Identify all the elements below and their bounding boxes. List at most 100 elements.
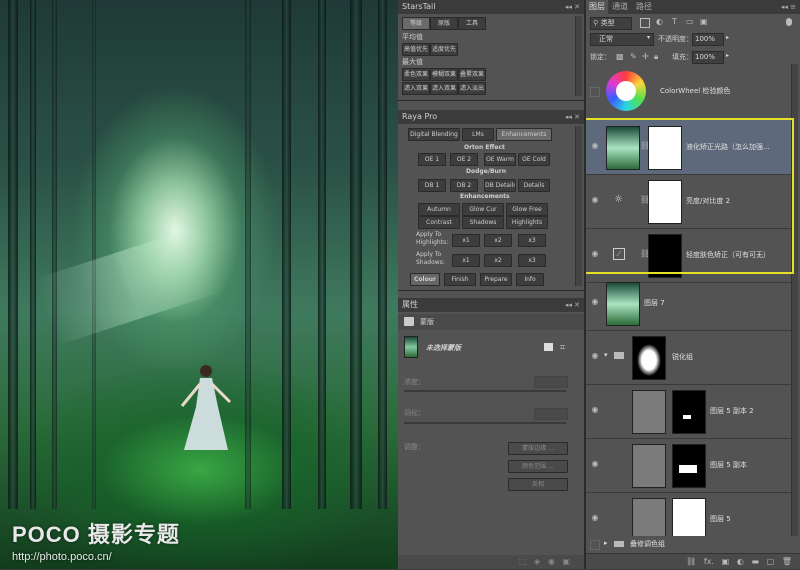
eye-icon[interactable]: ◉ [590,141,600,151]
filter-kind-select[interactable]: ⚲ 类型 [590,17,632,30]
tab-digital-blending[interactable]: Digital Blending [408,128,460,141]
enhancement-button[interactable]: Glow Cur [462,203,504,216]
collapse-icon[interactable]: ◂◂ ✕ [565,110,580,124]
enhancement-button[interactable]: Autumn [418,203,460,216]
lock-all-icon[interactable]: 🔒︎ [654,52,658,62]
enhancement-button[interactable]: Contrast [418,216,460,229]
shadows-mult-button[interactable]: x2 [484,254,512,267]
layer-row-selected[interactable]: ◉ ⛓ 液化矫正光路（怎么加强... [586,120,792,175]
starstail-button[interactable]: 滤入淡出 [458,82,486,95]
layer-group-row[interactable]: ▸ 叠修调色组 [586,538,792,550]
feather-slider[interactable] [404,422,566,424]
collapse-icon[interactable]: ◂◂ ✕ [565,298,580,312]
footer-info[interactable]: Info [516,273,544,286]
mask-thumbnail[interactable] [672,498,706,536]
scrollbar[interactable] [575,16,582,96]
dodge-button[interactable]: DB 2 [450,179,478,192]
orton-button[interactable]: OE 2 [450,153,478,166]
starstail-button[interactable]: 叠累双果 [458,68,486,81]
tab-original[interactable]: 原版 [430,17,458,30]
footer-colour[interactable]: Colour [410,273,440,286]
collapse-icon[interactable]: ◂◂ ✕ [565,0,580,14]
eye-icon[interactable]: ◉ [590,297,600,307]
footer-finish[interactable]: Finish [444,273,476,286]
pixel-mask-icon[interactable] [544,343,553,351]
folder-icon[interactable]: ▬ [751,557,759,566]
layer-row[interactable]: ColorWheel 检验颜色 [586,64,792,119]
chevron-right-icon[interactable]: ▸ [604,539,608,547]
starstail-button[interactable]: 柔色双果 [402,68,430,81]
panel-menu-icon[interactable]: ◂◂ ≡ [781,0,796,14]
mask-thumbnail[interactable] [648,126,682,170]
smart-filter-icon[interactable]: ▣ [700,17,708,26]
eye-icon[interactable]: ◉ [590,249,600,259]
tab-lms[interactable]: LMs [462,128,494,141]
eye-icon[interactable]: ◉ [590,459,600,469]
eye-icon[interactable]: ◉ [548,557,555,566]
highlights-mult-button[interactable]: x1 [452,234,480,247]
mask-thumbnail[interactable] [648,180,682,224]
adjust-icon[interactable]: ◐ [737,557,744,566]
orton-button[interactable]: OE Cold [518,153,550,166]
tab-enhancements[interactable]: Enhancements [496,128,552,141]
new-layer-icon[interactable]: ▢ [767,557,775,566]
mask-icon[interactable]: ▣ [722,557,730,566]
lock-transparency-icon[interactable]: ▩ [616,52,624,61]
chevron-down-icon[interactable]: ▾ [604,351,608,359]
shape-filter-icon[interactable]: ▭ [686,17,694,26]
tab-tools[interactable]: 工具 [458,17,486,30]
enhancement-button[interactable]: Glow Free [506,203,548,216]
type-filter-icon[interactable]: T [672,17,677,26]
invert-button[interactable]: 反相 [508,478,568,491]
adjust-filter-icon[interactable]: ◐ [656,17,663,26]
visibility-toggle[interactable] [590,87,600,97]
mask-thumbnail[interactable] [632,336,666,380]
eye-icon[interactable]: ◉ [590,195,600,205]
mask-edge-button[interactable]: 蒙版边缘 ... [508,442,568,455]
starstail-button[interactable]: 适度优先 [430,43,458,56]
trash-icon[interactable]: ▣ [562,557,570,566]
density-slider[interactable] [404,390,566,392]
layers-scrollbar[interactable] [791,64,798,536]
tab-layers[interactable]: 图层 [586,0,608,14]
mask-thumbnail[interactable] [672,444,706,488]
starstail-button[interactable]: 高值优先 [402,43,430,56]
selection-icon[interactable]: ⬚ [519,557,527,566]
shadows-mult-button[interactable]: x1 [452,254,480,267]
dodge-button[interactable]: DB Details [484,179,516,192]
dodge-button[interactable]: Details [518,179,550,192]
starstail-button[interactable]: 滤入双果 [430,82,458,95]
starstail-button[interactable]: 滤入双果 [402,82,430,95]
enhancement-button[interactable]: Shadows [462,216,504,229]
orton-button[interactable]: OE 1 [418,153,446,166]
lock-paint-icon[interactable]: ✎ [630,52,637,61]
trash-icon[interactable]: 🗑︎ [782,557,792,566]
mask-thumbnail[interactable] [404,336,418,358]
opacity-input[interactable]: 100% [692,33,724,46]
shadows-mult-button[interactable]: x3 [518,254,546,267]
eye-icon[interactable]: ◉ [590,513,600,523]
fx-icon[interactable]: fx. [704,557,714,566]
filter-toggle-icon[interactable] [786,18,792,26]
eye-icon[interactable]: ◉ [590,351,600,361]
highlights-mult-button[interactable]: x2 [484,234,512,247]
scrollbar[interactable] [575,126,582,286]
document-canvas[interactable]: POCO 摄影专题 http://photo.poco.cn/ [0,0,398,569]
footer-prepare[interactable]: Prepare [480,273,512,286]
layer-row[interactable]: ◉ 图层 5 副本 2 [586,384,792,439]
link-icon[interactable]: ⛓ [686,557,696,566]
mask-thumbnail[interactable] [648,234,682,278]
blend-mode-select[interactable]: 正常 ▾ [590,33,654,46]
feather-field[interactable] [534,408,568,420]
enhancement-button[interactable]: Highlights [506,216,548,229]
visibility-toggle[interactable] [590,540,600,550]
chevron-right-icon[interactable]: ▸ [726,34,729,41]
vector-mask-icon[interactable]: ⌗ [560,343,565,353]
pixel-filter-icon[interactable] [640,18,650,28]
density-field[interactable] [534,376,568,388]
highlights-mult-button[interactable]: x3 [518,234,546,247]
starstail-button[interactable]: 模糊双果 [430,68,458,81]
dodge-button[interactable]: DB 1 [418,179,446,192]
mask-thumbnail[interactable] [672,390,706,434]
layer-row[interactable]: ◉ 图层 5 [586,492,792,536]
